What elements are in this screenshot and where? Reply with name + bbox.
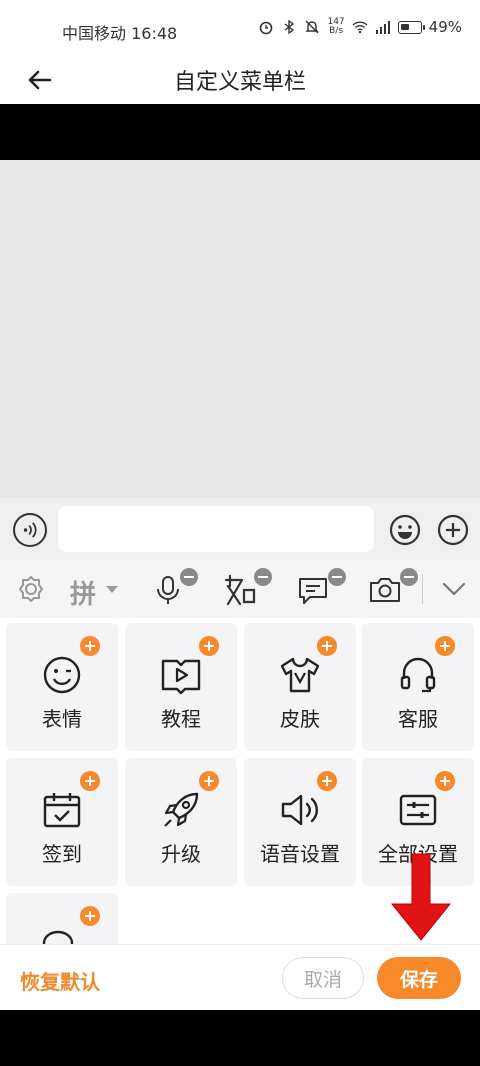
dropdown-triangle-icon [106,586,118,593]
tile-checkin[interactable]: 签到 [6,758,118,886]
settings-icon[interactable] [14,570,48,608]
tile-label: 签到 [42,842,82,866]
signal-icon [375,21,390,34]
smiley-icon [43,656,81,694]
tile-label: 皮肤 [280,707,320,731]
tile-label: 客服 [398,707,438,731]
status-bar: 中国移动 16:48 147 B/s 49% [0,0,480,58]
emoji-icon[interactable] [388,513,422,547]
doutu-item[interactable] [222,568,272,608]
tile-chat[interactable] [6,893,118,944]
microphone-item[interactable] [152,568,198,608]
restore-default-button[interactable]: 恢复默认 [20,966,100,995]
add-badge[interactable] [199,771,219,791]
chevron-down-icon[interactable] [440,570,468,608]
tile-label: 表情 [42,707,82,731]
rocket-icon [164,792,199,827]
remove-badge[interactable] [254,568,272,586]
headset-icon [400,657,436,693]
red-down-arrow-icon [390,853,452,941]
net-speed: 147 B/s [327,17,345,36]
carrier-time: 中国移动 16:48 [62,24,178,43]
add-badge[interactable] [435,636,455,656]
add-badge[interactable] [80,636,100,656]
tile-tutorial[interactable]: 教程 [125,623,237,751]
bluetooth-icon [285,19,295,35]
action-bar: 恢复默认 取消 保存 [0,944,480,1010]
keyboard-input-row [0,498,480,560]
tshirt-icon [280,657,320,693]
keyboard-toolbar: 拼 [0,560,480,618]
sliders-icon [399,794,437,826]
pinyin-mode-button[interactable]: 拼 [70,570,122,610]
tile-skin[interactable]: 皮肤 [244,623,356,751]
add-badge[interactable] [80,771,100,791]
tile-customer-service[interactable]: 客服 [362,623,474,751]
tile-voice-settings[interactable]: 语音设置 [244,758,356,886]
battery-percent: 49% [428,18,462,36]
camera-item[interactable] [368,568,418,608]
black-band-bottom [0,1010,480,1066]
remove-badge[interactable] [180,568,198,586]
tile-label: 升级 [161,842,201,866]
preview-area [0,160,480,498]
add-icon[interactable] [436,513,470,547]
wifi-icon [352,21,368,34]
chat-bubbles-icon [42,930,74,944]
add-badge[interactable] [317,636,337,656]
camera-icon [370,578,400,602]
tile-label: 语音设置 [260,842,340,866]
tile-label: 教程 [161,707,201,731]
add-badge[interactable] [80,906,100,926]
remove-badge[interactable] [400,568,418,586]
add-badge[interactable] [199,636,219,656]
pinyin-label: 拼 [70,580,97,610]
page-title: 自定义菜单栏 [173,70,306,95]
speaker-icon [281,794,318,826]
tile-upgrade[interactable]: 升级 [125,758,237,886]
battery-icon [397,20,425,34]
doutu-icon [224,574,256,606]
add-badge[interactable] [435,771,455,791]
toolbar-divider [422,574,423,604]
tile-emoji[interactable]: 表情 [6,623,118,751]
alarm-icon [260,21,273,35]
status-icons: 147 B/s 49% [258,18,462,36]
save-button[interactable]: 保存 [377,957,461,999]
voice-wave-icon[interactable] [13,513,47,547]
message-input[interactable] [58,506,374,552]
text-bubble-icon [299,578,327,604]
add-badge[interactable] [317,771,337,791]
page-header: 自定义菜单栏 [0,58,480,104]
calendar-check-icon [43,793,81,828]
remove-badge[interactable] [328,568,346,586]
black-band-top [0,104,480,160]
cancel-button[interactable]: 取消 [282,957,364,999]
mute-bell-icon [305,20,320,34]
text-bubble-item[interactable] [296,568,346,608]
video-tutorial-icon [161,659,201,695]
